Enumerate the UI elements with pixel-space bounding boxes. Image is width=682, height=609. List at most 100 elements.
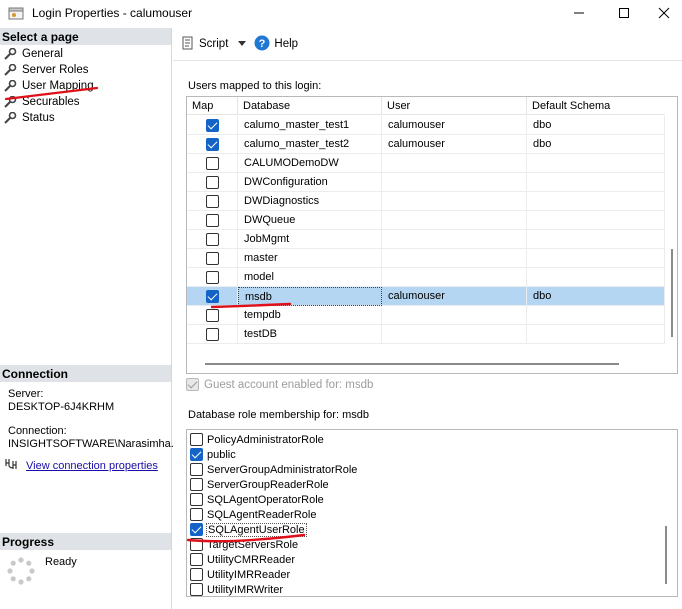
map-checkbox[interactable] [206, 290, 219, 303]
users-mapped-grid[interactable]: Map Database User Default Schema calumo_… [186, 96, 678, 374]
view-connection-properties[interactable]: View connection properties [4, 457, 171, 475]
table-row[interactable]: calumo_master_test1 calumouser dbo [187, 116, 665, 135]
map-checkbox[interactable] [206, 157, 219, 170]
page-item-general[interactable]: General [4, 46, 171, 62]
map-checkbox[interactable] [206, 119, 219, 132]
map-checkbox[interactable] [206, 309, 219, 322]
help-button[interactable]: ? Help [254, 35, 298, 54]
role-checkbox[interactable] [190, 493, 203, 506]
column-header-map[interactable]: Map [187, 97, 238, 115]
grid-vertical-scroll-thumb[interactable] [671, 249, 673, 337]
table-row[interactable]: CALUMODemoDW [187, 154, 665, 173]
schema-cell[interactable] [527, 154, 665, 173]
table-row[interactable]: DWDiagnostics [187, 192, 665, 211]
table-row[interactable]: testDB [187, 325, 665, 344]
map-checkbox[interactable] [206, 252, 219, 265]
database-cell[interactable]: DWConfiguration [238, 173, 382, 192]
table-row[interactable]: JobMgmt [187, 230, 665, 249]
role-item[interactable]: TargetServersRole [190, 537, 298, 552]
role-checkbox[interactable] [190, 568, 203, 581]
role-checkbox[interactable] [190, 433, 203, 446]
role-checkbox[interactable] [190, 538, 203, 551]
table-row[interactable]: msdb calumouser dbo [187, 287, 665, 306]
database-cell[interactable]: msdb [238, 287, 382, 306]
role-checkbox[interactable] [190, 448, 203, 461]
database-cell[interactable]: CALUMODemoDW [238, 154, 382, 173]
database-cell[interactable]: master [238, 249, 382, 268]
role-checkbox[interactable] [190, 523, 203, 536]
user-cell[interactable]: calumouser [382, 116, 527, 135]
table-row[interactable]: tempdb [187, 306, 665, 325]
role-membership-list[interactable]: PolicyAdministratorRole public ServerGroup… [186, 429, 678, 597]
database-cell[interactable]: calumo_master_test1 [238, 116, 382, 135]
user-cell[interactable] [382, 154, 527, 173]
column-header-user[interactable]: User [382, 97, 527, 115]
table-row[interactable]: DWQueue [187, 211, 665, 230]
user-cell[interactable] [382, 173, 527, 192]
table-row[interactable]: master [187, 249, 665, 268]
page-item-securables[interactable]: Securables [4, 94, 171, 110]
map-checkbox[interactable] [206, 195, 219, 208]
role-item[interactable]: public [190, 447, 236, 462]
database-cell[interactable]: tempdb [238, 306, 382, 325]
role-checkbox[interactable] [190, 463, 203, 476]
schema-cell[interactable] [527, 325, 665, 344]
schema-cell[interactable] [527, 306, 665, 325]
schema-cell[interactable] [527, 211, 665, 230]
role-checkbox[interactable] [190, 508, 203, 521]
user-cell[interactable] [382, 249, 527, 268]
role-checkbox[interactable] [190, 553, 203, 566]
chevron-down-icon[interactable] [238, 38, 247, 50]
user-cell[interactable] [382, 325, 527, 344]
database-cell[interactable]: model [238, 268, 382, 287]
role-checkbox[interactable] [190, 583, 203, 596]
role-checkbox[interactable] [190, 478, 203, 491]
table-row[interactable]: model [187, 268, 665, 287]
user-cell[interactable]: calumouser [382, 287, 527, 306]
column-header-database[interactable]: Database [238, 97, 382, 115]
roles-vertical-scroll-thumb[interactable] [665, 526, 667, 584]
map-checkbox[interactable] [206, 138, 219, 151]
role-item[interactable]: PolicyAdministratorRole [190, 432, 324, 447]
table-row[interactable]: DWConfiguration [187, 173, 665, 192]
schema-cell[interactable]: dbo [527, 287, 665, 306]
page-item-status[interactable]: Status [4, 110, 171, 126]
map-checkbox[interactable] [206, 271, 219, 284]
schema-cell[interactable] [527, 230, 665, 249]
role-item[interactable]: UtilityIMRReader [190, 567, 290, 582]
role-item[interactable]: SQLAgentUserRole [190, 522, 307, 537]
minimize-button[interactable] [556, 0, 602, 26]
role-item[interactable]: SQLAgentOperatorRole [190, 492, 324, 507]
role-item[interactable]: UtilityCMRReader [190, 552, 295, 567]
page-item-server-roles[interactable]: Server Roles [4, 62, 171, 78]
user-cell[interactable]: calumouser [382, 135, 527, 154]
role-item[interactable]: UtilityIMRWriter [190, 582, 283, 596]
schema-cell[interactable] [527, 173, 665, 192]
script-button[interactable]: Script [181, 36, 247, 53]
database-cell[interactable]: DWDiagnostics [238, 192, 382, 211]
role-item[interactable]: ServerGroupReaderRole [190, 477, 329, 492]
page-item-user-mapping[interactable]: User Mapping [4, 78, 171, 94]
column-header-schema[interactable]: Default Schema [527, 97, 665, 115]
maximize-button[interactable] [601, 0, 647, 26]
user-cell[interactable] [382, 230, 527, 249]
grid-horizontal-scroll-thumb[interactable] [205, 363, 619, 365]
database-cell[interactable]: testDB [238, 325, 382, 344]
schema-cell[interactable] [527, 268, 665, 287]
schema-cell[interactable]: dbo [527, 135, 665, 154]
schema-cell[interactable] [527, 249, 665, 268]
database-cell[interactable]: calumo_master_test2 [238, 135, 382, 154]
user-cell[interactable] [382, 268, 527, 287]
close-button[interactable] [646, 0, 682, 26]
table-row[interactable]: calumo_master_test2 calumouser dbo [187, 135, 665, 154]
schema-cell[interactable]: dbo [527, 116, 665, 135]
map-checkbox[interactable] [206, 328, 219, 341]
database-cell[interactable]: DWQueue [238, 211, 382, 230]
role-item[interactable]: ServerGroupAdministratorRole [190, 462, 357, 477]
schema-cell[interactable] [527, 192, 665, 211]
database-cell[interactable]: JobMgmt [238, 230, 382, 249]
view-connection-link[interactable]: View connection properties [26, 460, 158, 473]
role-item[interactable]: SQLAgentReaderRole [190, 507, 316, 522]
map-checkbox[interactable] [206, 214, 219, 227]
user-cell[interactable] [382, 306, 527, 325]
